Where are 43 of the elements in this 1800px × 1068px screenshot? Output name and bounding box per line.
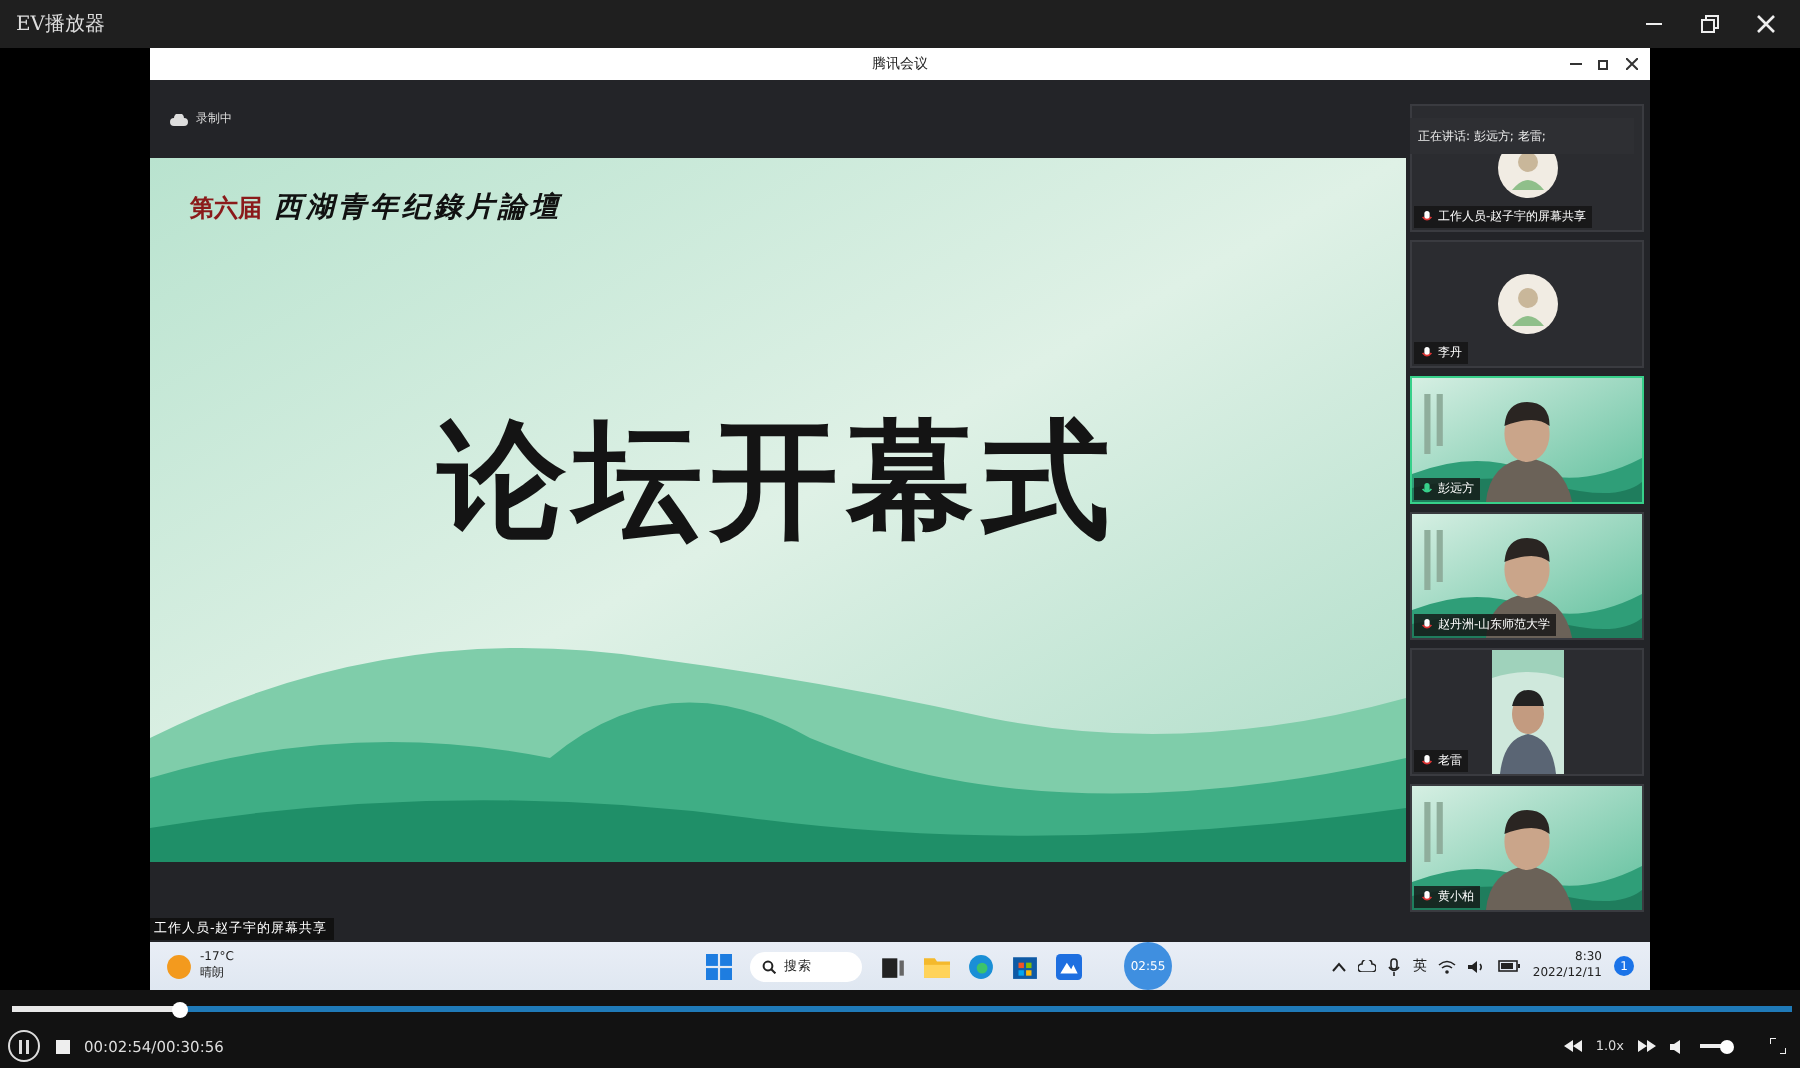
browser-icon[interactable] (968, 953, 994, 979)
fast-forward-icon (1637, 1040, 1655, 1052)
search-icon (762, 959, 776, 973)
microphone-icon (1420, 890, 1434, 904)
windows-start-icon[interactable] (706, 953, 732, 979)
close-icon (1756, 14, 1776, 34)
slide-forum-title: 西湖青年纪錄片論壇 (274, 190, 562, 226)
microphone-icon (1420, 618, 1434, 632)
volume-icon (1670, 1039, 1686, 1053)
pause-icon (18, 1039, 30, 1053)
fast-forward-button[interactable] (1636, 1036, 1656, 1056)
fullscreen-button[interactable] (1768, 1036, 1788, 1056)
restore-icon (1598, 58, 1610, 70)
microphone-icon (1420, 346, 1434, 360)
chevron-up-icon[interactable] (1332, 961, 1347, 971)
close-button[interactable] (1622, 52, 1642, 76)
restore-icon (1700, 14, 1720, 34)
avatar-icon (1497, 274, 1557, 334)
microphone-icon[interactable] (1388, 957, 1401, 975)
cloud-icon[interactable] (1358, 960, 1377, 972)
microphone-icon (1420, 482, 1434, 496)
battery-icon[interactable] (1498, 960, 1521, 972)
minimize-icon (1570, 58, 1582, 70)
pause-button[interactable] (8, 1030, 40, 1062)
rewind-button[interactable] (1563, 1036, 1584, 1056)
stop-icon (55, 1039, 69, 1053)
microphone-icon (1420, 754, 1434, 768)
sun-icon (166, 953, 192, 979)
meeting-app-icon[interactable] (1056, 953, 1082, 979)
microphone-icon (1420, 210, 1434, 224)
task-view-icon[interactable] (880, 953, 906, 979)
window-title: EV播放器 (16, 11, 108, 38)
wifi-icon[interactable] (1438, 959, 1457, 973)
stop-button[interactable] (52, 1036, 72, 1056)
close-icon (1626, 58, 1638, 70)
store-icon[interactable] (1012, 953, 1038, 979)
cloud-icon (170, 113, 188, 125)
speaker-icon[interactable] (1468, 959, 1487, 973)
fullscreen-icon (1770, 1038, 1786, 1054)
slide-edition: 第六届 (190, 192, 262, 226)
rewind-icon (1564, 1040, 1583, 1052)
progress-slider[interactable] (12, 1006, 1792, 1012)
slide-headline: 论坛开幕式 (434, 404, 1120, 560)
